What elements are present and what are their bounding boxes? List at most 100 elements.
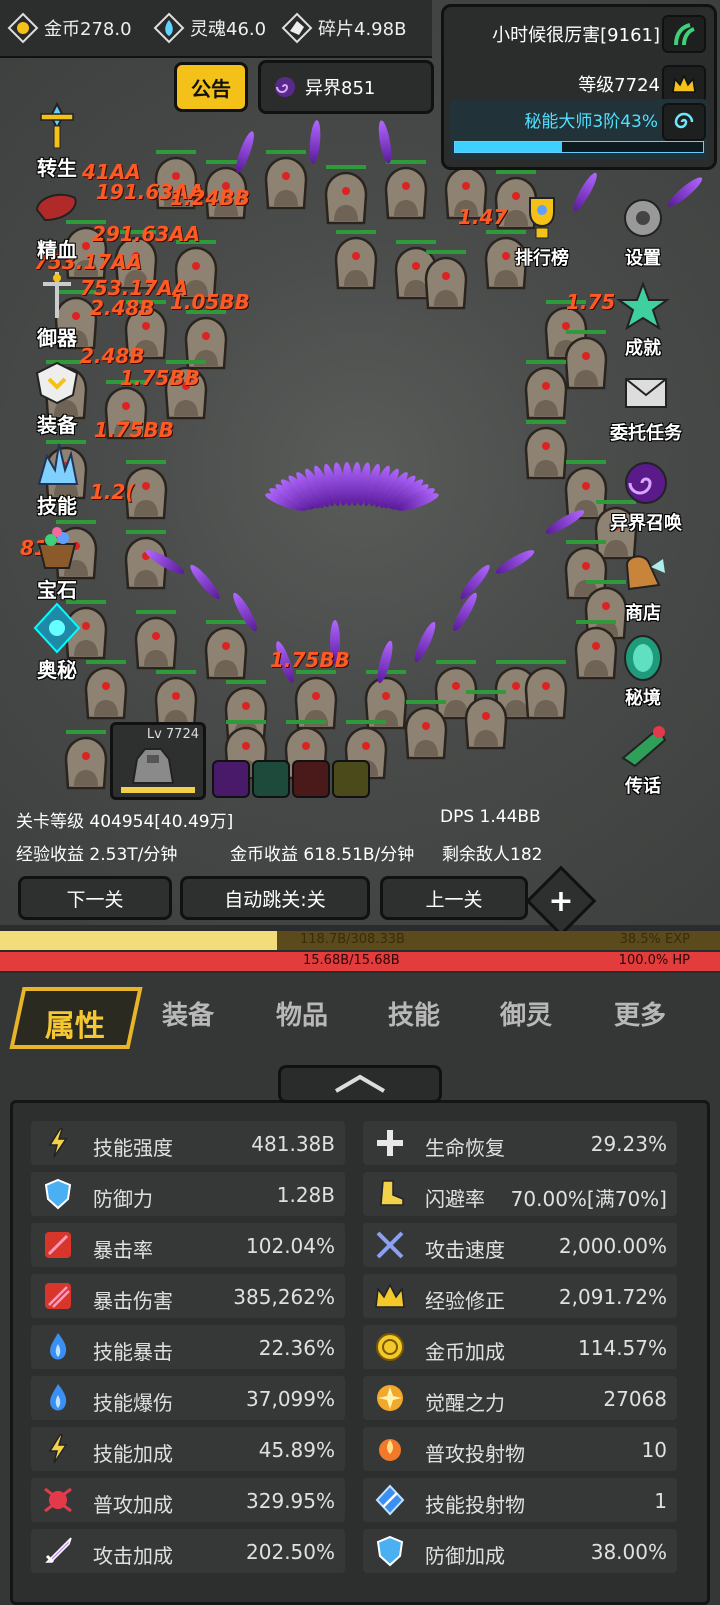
- lightning-icon: [48, 1128, 68, 1158]
- tab-more[interactable]: 更多: [614, 995, 666, 1032]
- chevron-up-icon: [334, 1074, 386, 1093]
- soul-resource: 灵魂46.0: [152, 11, 274, 45]
- menu-button-arcana[interactable]: 奥秘: [18, 600, 96, 683]
- stat-row[interactable]: 闪避率 70.00%[满70%]: [363, 1172, 677, 1216]
- stat-value: 29.23%: [590, 1132, 667, 1156]
- hero-card[interactable]: Lv 7724: [110, 722, 206, 800]
- menu-button-skills[interactable]: 技能: [18, 436, 96, 519]
- splash-icon: [44, 1487, 72, 1513]
- stat-row[interactable]: 金币加成 114.57%: [363, 1325, 677, 1369]
- fragment-resource: 碎片4.98B: [280, 11, 430, 45]
- skill-slot-flame[interactable]: [292, 760, 330, 798]
- stat-label: 普攻投射物: [425, 1442, 525, 1466]
- menu-button-blood-essence[interactable]: 精血: [18, 180, 96, 263]
- stat-row[interactable]: 攻击加成 202.50%: [31, 1529, 345, 1573]
- exp-fill: [0, 931, 278, 950]
- boss-info-panel[interactable]: 小时候很厉害[9161] 等级7724 秘能大师3阶43%: [441, 4, 717, 170]
- spiral-icon: [662, 103, 706, 141]
- stat-label: 技能爆伤: [93, 1391, 173, 1415]
- tab-equipment[interactable]: 装备: [162, 995, 214, 1032]
- stat-label: 暴击率: [93, 1238, 153, 1262]
- stat-value: 37,099%: [246, 1387, 335, 1411]
- stat-row[interactable]: 经验修正 2,091.72%: [363, 1274, 677, 1318]
- enemy-rock-golem: [460, 690, 512, 752]
- stat-value: 202.50%: [246, 1540, 335, 1564]
- menu-button-message[interactable]: 传话: [604, 718, 682, 798]
- stat-row[interactable]: 技能爆伤 37,099%: [31, 1376, 345, 1420]
- stat-label: 技能投射物: [425, 1493, 525, 1517]
- stat-row[interactable]: 攻击速度 2,000.00%: [363, 1223, 677, 1267]
- stat-row[interactable]: 技能加成 45.89%: [31, 1427, 345, 1471]
- stat-row[interactable]: 暴击率 102.04%: [31, 1223, 345, 1267]
- arcana-icon: [33, 602, 81, 654]
- heal-plus-icon: [377, 1130, 403, 1156]
- damage-number: 1.47: [458, 205, 508, 229]
- menu-button-artifact[interactable]: 御器: [18, 268, 96, 351]
- stat-value: 481.38B: [251, 1132, 335, 1156]
- stat-row[interactable]: 技能暴击 22.36%: [31, 1325, 345, 1369]
- tab-items[interactable]: 物品: [276, 995, 328, 1032]
- tab-bar: 属性 装备 物品 技能 御灵 更多: [9, 987, 710, 1053]
- stat-row[interactable]: 觉醒之力 27068: [363, 1376, 677, 1420]
- skill-slot-void[interactable]: [212, 760, 250, 798]
- menu-label: 装备: [37, 413, 77, 437]
- lightning-icon: [48, 1434, 68, 1464]
- damage-number: 1.75BB: [270, 648, 350, 672]
- stat-row[interactable]: 技能投射物 1: [363, 1478, 677, 1522]
- menu-button-rebirth[interactable]: 转生: [18, 98, 96, 181]
- menu-button-otherworld-summon[interactable]: 异界召唤: [596, 455, 696, 535]
- gem-bag-icon: [37, 527, 77, 569]
- stat-label: 闪避率: [425, 1187, 485, 1211]
- tab-attributes[interactable]: 属性: [9, 987, 143, 1049]
- resource-bar: 金币278.0 灵魂46.0 碎片4.98B: [0, 0, 432, 58]
- otherworld-button[interactable]: 异界851: [258, 60, 434, 114]
- exp-percent: 38.5% EXP: [619, 932, 690, 947]
- stat-row[interactable]: 生命恢复 29.23%: [363, 1121, 677, 1165]
- stat-row[interactable]: 普攻投射物 10: [363, 1427, 677, 1471]
- stat-label: 技能强度: [93, 1136, 173, 1160]
- tab-spirits[interactable]: 御灵: [500, 995, 552, 1032]
- prev-stage-button[interactable]: 上一关: [380, 876, 528, 920]
- soul-amount: 灵魂46.0: [190, 19, 267, 40]
- menu-button-achievements[interactable]: 成就: [604, 280, 682, 360]
- stat-value: 27068: [603, 1387, 667, 1411]
- menu-label: 成就: [625, 338, 661, 359]
- stat-value: 114.57%: [578, 1336, 667, 1360]
- menu-button-commissions[interactable]: 委托任务: [596, 365, 696, 445]
- menu-button-secret-realm[interactable]: 秘境: [604, 630, 682, 710]
- tab-skills[interactable]: 技能: [388, 995, 440, 1032]
- menu-button-leaderboard[interactable]: 排行榜: [504, 190, 580, 270]
- auto-skip-button[interactable]: 自动跳关:关: [180, 876, 370, 920]
- enemy-rock-golem: [260, 150, 312, 212]
- stat-value: 10: [641, 1438, 667, 1462]
- menu-button-equipment[interactable]: 装备: [18, 355, 96, 438]
- stat-row[interactable]: 防御加成 38.00%: [363, 1529, 677, 1573]
- menu-button-settings[interactable]: 设置: [604, 190, 682, 270]
- gold-resource: 金币278.0: [6, 11, 146, 45]
- plus-icon: +: [548, 883, 574, 919]
- crit-slash-icon: [45, 1232, 71, 1258]
- star-icon: [615, 281, 671, 331]
- stat-row[interactable]: 防御力 1.28B: [31, 1172, 345, 1216]
- enemy-rock-golem: [320, 165, 372, 227]
- stat-row[interactable]: 普攻加成 329.95%: [31, 1478, 345, 1522]
- crossed-swords-icon: [376, 1231, 404, 1259]
- blue-flame-icon: [50, 1384, 67, 1411]
- blood-essence-icon: [35, 193, 77, 222]
- menu-button-gems[interactable]: 宝石: [18, 520, 96, 603]
- sword-icon: [45, 1537, 72, 1564]
- coin-icon: [376, 1333, 404, 1361]
- menu-button-shop[interactable]: 商店: [604, 545, 682, 625]
- stat-value: 38.00%: [590, 1540, 667, 1564]
- attributes-panel[interactable]: 技能强度 481.38B 防御力 1.28B 暴击率 102.04% 暴击伤害 385,262…: [10, 1100, 710, 1605]
- skill-slot-nature[interactable]: [252, 760, 290, 798]
- shop-bag-icon: [625, 555, 665, 591]
- portal-icon: [624, 635, 662, 681]
- stat-row[interactable]: 暴击伤害 385,262%: [31, 1274, 345, 1318]
- stat-row[interactable]: 技能强度 481.38B: [31, 1121, 345, 1165]
- skill-slot-thunder[interactable]: [332, 760, 370, 798]
- collapse-button[interactable]: [278, 1065, 442, 1103]
- next-stage-button[interactable]: 下一关: [18, 876, 172, 920]
- notice-button[interactable]: 公告: [174, 62, 248, 112]
- stat-label: 普攻加成: [93, 1493, 173, 1517]
